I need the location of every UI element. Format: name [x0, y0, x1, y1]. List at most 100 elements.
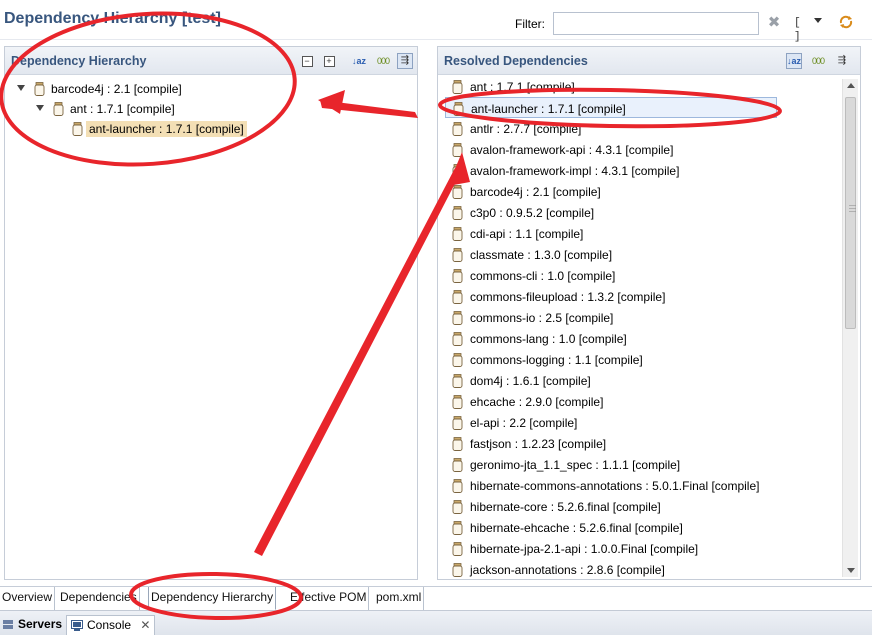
jar-icon	[452, 206, 463, 220]
views-tab-strip: Servers Console ✕	[0, 610, 872, 635]
list-item[interactable]: barcode4j : 2.1 [compile]	[445, 181, 839, 202]
list-item-label: hibernate-jpa-2.1-api : 1.0.0.Final [com…	[470, 542, 699, 556]
show-group-id-icon[interactable]: 000	[375, 53, 391, 69]
jar-icon	[452, 269, 463, 283]
tree-row[interactable]: ant : 1.7.1 [compile]	[5, 99, 417, 119]
list-item[interactable]: geronimo-jta_1.1_spec : 1.1.1 [compile]	[445, 454, 839, 475]
filter-options-icon[interactable]: [ ]	[794, 16, 808, 43]
close-icon[interactable]: ✕	[140, 618, 150, 632]
jar-icon	[452, 311, 463, 325]
list-item[interactable]: ehcache : 2.9.0 [compile]	[445, 391, 839, 412]
list-item-label: hibernate-commons-annotations : 5.0.1.Fi…	[470, 479, 760, 493]
expand-arrow-icon[interactable]	[36, 105, 44, 111]
list-item-label: commons-logging : 1.1 [compile]	[470, 353, 643, 367]
list-item-label: el-api : 2.2 [compile]	[470, 416, 578, 430]
servers-icon	[3, 620, 13, 629]
list-item[interactable]: commons-logging : 1.1 [compile]	[445, 349, 839, 370]
tree-row-label: barcode4j : 2.1 [compile]	[51, 82, 182, 96]
chevron-down-icon[interactable]	[814, 18, 822, 23]
expand-all-icon[interactable]: +	[321, 53, 337, 69]
console-icon	[71, 620, 83, 631]
jar-icon	[452, 395, 463, 409]
list-item[interactable]: commons-fileupload : 1.3.2 [compile]	[445, 286, 839, 307]
sort-icon[interactable]: ↓az	[786, 53, 802, 69]
panel-title: Resolved Dependencies	[444, 54, 588, 68]
resolved-dependencies-panel: Resolved Dependencies ↓az 000 ⇶ ant : 1.…	[437, 46, 861, 580]
tab-dependencies[interactable]: Dependencies	[58, 587, 140, 610]
page-title: Dependency Hierarchy [test]	[4, 10, 221, 27]
list-item[interactable]: cdi-api : 1.1 [compile]	[445, 223, 839, 244]
jar-icon	[452, 479, 463, 493]
list-item[interactable]: avalon-framework-impl : 4.3.1 [compile]	[445, 160, 839, 181]
jar-icon	[452, 563, 463, 577]
tab-overview[interactable]: Overview	[0, 587, 56, 610]
editor-tab-bar: Overview Dependencies Dependency Hierarc…	[0, 586, 872, 610]
filter-toggle-icon[interactable]: ⇶	[834, 53, 850, 69]
tab-dependency-hierarchy[interactable]: Dependency Hierarchy	[148, 587, 277, 610]
panel-header: Dependency Hierarchy − + ↓az 000 ⇶	[5, 47, 417, 75]
list-item[interactable]: hibernate-commons-annotations : 5.0.1.Fi…	[445, 475, 839, 496]
list-item[interactable]: hibernate-ehcache : 5.2.6.final [compile…	[445, 517, 839, 538]
jar-icon	[452, 437, 463, 451]
collapse-all-icon[interactable]: −	[299, 53, 315, 69]
tab-console[interactable]: Console ✕	[66, 615, 156, 635]
list-item-label: antlr : 2.7.7 [compile]	[470, 122, 582, 136]
filter-input[interactable]	[553, 12, 759, 35]
list-item[interactable]: commons-cli : 1.0 [compile]	[445, 265, 839, 286]
list-item[interactable]: dom4j : 1.6.1 [compile]	[445, 370, 839, 391]
list-item[interactable]: avalon-framework-api : 4.3.1 [compile]	[445, 139, 839, 160]
list-item[interactable]: classmate : 1.3.0 [compile]	[445, 244, 839, 265]
jar-icon	[452, 143, 463, 157]
tab-servers[interactable]: Servers	[2, 617, 62, 631]
editor-header: Dependency Hierarchy [test] Filter: ✖ [ …	[0, 0, 872, 43]
list-item[interactable]: jackson-annotations : 2.8.6 [compile]	[445, 559, 839, 577]
list-item[interactable]: c3p0 : 0.9.5.2 [compile]	[445, 202, 839, 223]
scroll-up-icon[interactable]	[847, 83, 855, 88]
jar-icon	[452, 542, 463, 556]
refresh-icon[interactable]	[838, 14, 854, 30]
list-item-label: fastjson : 1.2.23 [compile]	[470, 437, 607, 451]
list-item-label: commons-io : 2.5 [compile]	[470, 311, 614, 325]
list-item-label: ehcache : 2.9.0 [compile]	[470, 395, 604, 409]
expand-arrow-icon[interactable]	[17, 85, 25, 91]
tab-pom-xml[interactable]: pom.xml	[374, 587, 425, 610]
list-item-label: c3p0 : 0.9.5.2 [compile]	[470, 206, 595, 220]
jar-icon	[452, 227, 463, 241]
jar-icon	[452, 122, 463, 136]
list-item[interactable]: ant : 1.7.1 [compile]	[445, 79, 839, 97]
list-item-label: classmate : 1.3.0 [compile]	[470, 248, 613, 262]
list-item[interactable]: hibernate-core : 5.2.6.final [compile]	[445, 496, 839, 517]
list-item-label: avalon-framework-impl : 4.3.1 [compile]	[470, 164, 680, 178]
list-item-label: avalon-framework-api : 4.3.1 [compile]	[470, 143, 674, 157]
sort-icon[interactable]: ↓az	[351, 53, 367, 69]
list-item-label: jackson-annotations : 2.8.6 [compile]	[470, 563, 665, 577]
tree-row[interactable]: barcode4j : 2.1 [compile]	[5, 79, 417, 99]
scroll-down-icon[interactable]	[847, 568, 855, 573]
scroll-thumb[interactable]: — — —	[845, 97, 856, 329]
jar-icon	[452, 332, 463, 346]
clear-filter-icon[interactable]: ✖	[767, 15, 781, 30]
filter-toggle-icon[interactable]: ⇶	[397, 53, 413, 69]
tree-row[interactable]: ant-launcher : 1.7.1 [compile]	[5, 119, 417, 139]
list-item-label: ant-launcher : 1.7.1 [compile]	[471, 102, 626, 116]
tree-row-label: ant : 1.7.1 [compile]	[70, 102, 175, 116]
vertical-scrollbar[interactable]: — — —	[842, 79, 858, 577]
jar-icon	[453, 102, 464, 116]
list-item[interactable]: fastjson : 1.2.23 [compile]	[445, 433, 839, 454]
list-item[interactable]: commons-io : 2.5 [compile]	[445, 307, 839, 328]
jar-icon	[452, 80, 463, 94]
tab-effective-pom[interactable]: Effective POM	[288, 587, 370, 610]
list-item[interactable]: ant-launcher : 1.7.1 [compile]	[445, 97, 777, 118]
jar-icon	[452, 248, 463, 262]
list-item-label: dom4j : 1.6.1 [compile]	[470, 374, 591, 388]
jar-icon	[53, 102, 64, 116]
list-item[interactable]: commons-lang : 1.0 [compile]	[445, 328, 839, 349]
list-item[interactable]: antlr : 2.7.7 [compile]	[445, 118, 839, 139]
panel-title: Dependency Hierarchy	[11, 54, 147, 68]
show-group-id-icon[interactable]: 000	[810, 53, 826, 69]
jar-icon	[452, 290, 463, 304]
jar-icon	[452, 374, 463, 388]
list-item[interactable]: hibernate-jpa-2.1-api : 1.0.0.Final [com…	[445, 538, 839, 559]
jar-icon	[452, 164, 463, 178]
list-item[interactable]: el-api : 2.2 [compile]	[445, 412, 839, 433]
